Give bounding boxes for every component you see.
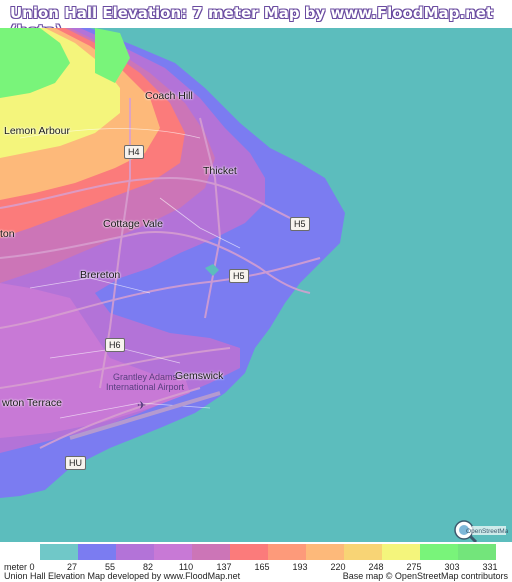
legend-swatch — [306, 544, 344, 560]
legend-swatch — [154, 544, 192, 560]
legend-tick: 165 — [254, 562, 270, 572]
label-brereton: Brereton — [80, 269, 121, 281]
label-lemon-arbour: Lemon Arbour — [4, 125, 70, 137]
road-shield-h4: H4 — [124, 145, 144, 159]
legend-swatch — [192, 544, 230, 560]
openstreetmap-logo: OpenStreetMap — [454, 520, 508, 542]
credit-floodmap: Union Hall Elevation Map developed by ww… — [4, 571, 241, 581]
label-airport: Grantley Adams International Airport — [105, 372, 185, 392]
road-shield-h5-south: H5 — [229, 269, 249, 283]
road-shield-h6: H6 — [105, 338, 125, 352]
legend-swatch — [116, 544, 154, 560]
label-coach-hill: Coach Hill — [145, 90, 193, 102]
svg-text:OpenStreetMap: OpenStreetMap — [466, 528, 508, 535]
elevation-legend: meter 0 27 55 82 110 137 165 193 220 248… — [0, 542, 512, 582]
elevation-map[interactable]: Coach Hill Lemon Arbour Thicket Cottage … — [0, 28, 512, 542]
label-newton-terrace: wton Terrace — [2, 397, 62, 409]
airport-icon: ✈ — [137, 400, 147, 412]
legend-swatch — [344, 544, 382, 560]
legend-tick: 193 — [292, 562, 308, 572]
road-shield-h5-north: H5 — [290, 217, 310, 231]
title-bar: Union Hall Elevation: 7 meter Map by www… — [0, 0, 512, 40]
road-shield-hu: HU — [65, 456, 86, 470]
label-thicket: Thicket — [203, 165, 237, 177]
legend-swatch — [458, 544, 496, 560]
legend-swatch — [382, 544, 420, 560]
label-left-edge: ton — [0, 228, 15, 240]
legend-swatch — [78, 544, 116, 560]
legend-color-scale — [40, 544, 496, 560]
legend-swatch — [420, 544, 458, 560]
label-cottage-vale: Cottage Vale — [103, 218, 163, 230]
legend-swatch — [268, 544, 306, 560]
credit-osm: Base map © OpenStreetMap contributors — [342, 571, 508, 581]
legend-swatch — [230, 544, 268, 560]
legend-swatch — [40, 544, 78, 560]
